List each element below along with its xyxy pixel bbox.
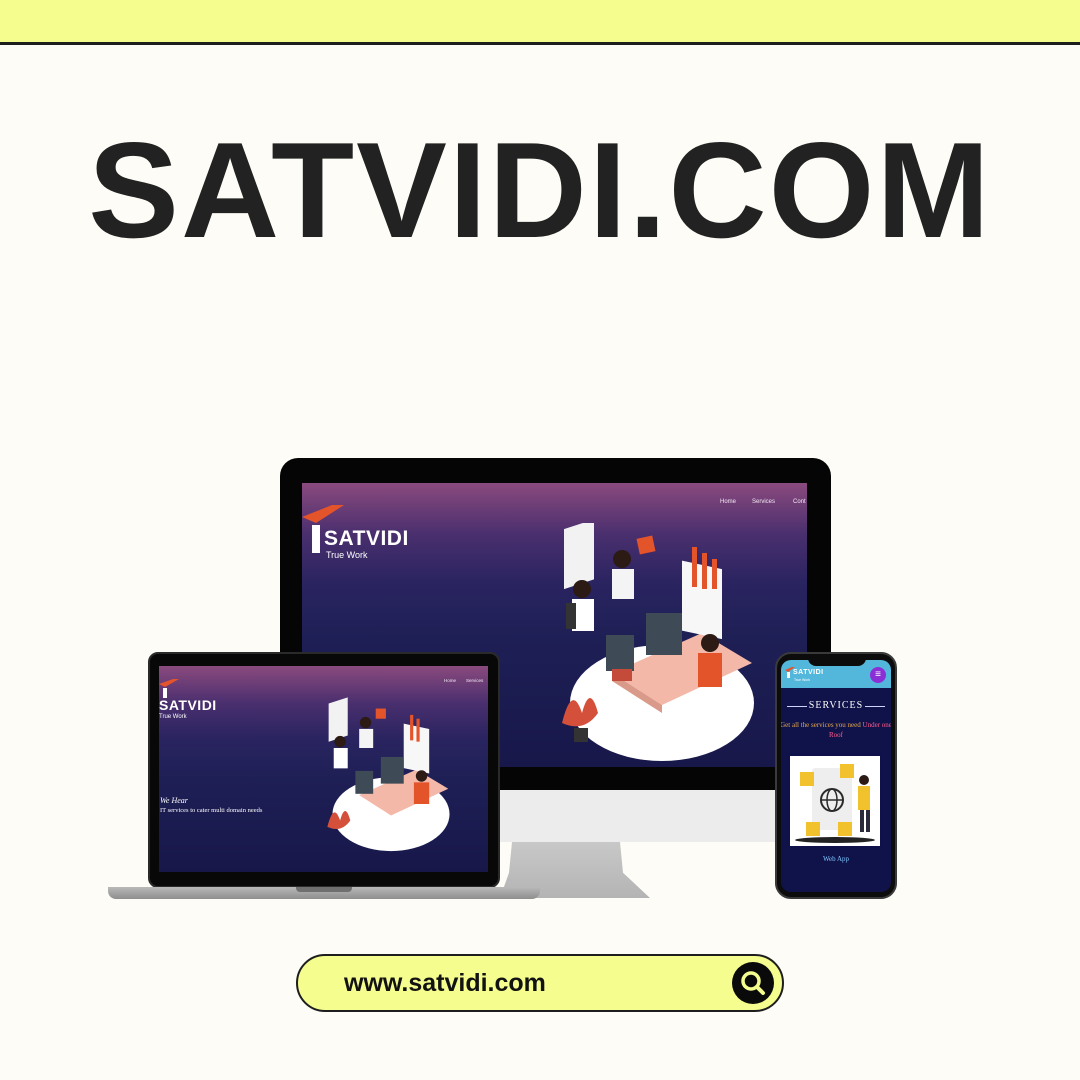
url-search-bar[interactable]: www.satvidi.com xyxy=(296,954,784,1012)
hero-text: IT services to cater multi domain needs xyxy=(160,807,263,814)
hero-heading: We Hear xyxy=(160,796,188,805)
brand-tagline: True Work xyxy=(326,550,368,560)
laptop-screen: Home Services SATVIDI True Work We Hear … xyxy=(159,666,488,872)
top-band xyxy=(0,0,1080,45)
service-card-label: Web App xyxy=(822,855,850,863)
web-app-illustration xyxy=(795,764,875,843)
brand-name: SATVIDI xyxy=(159,697,217,713)
services-subtitle: Get all the services you need Under one … xyxy=(781,720,891,740)
search-icon xyxy=(741,971,765,995)
brand-name: SATVIDI xyxy=(793,669,824,676)
laptop-notch xyxy=(296,887,352,892)
brand-logo-icon xyxy=(159,679,179,698)
brand-tagline: True Work xyxy=(794,678,811,682)
hamburger-icon[interactable]: ≡ xyxy=(870,667,886,683)
subtitle-lead: Get all the services you need xyxy=(781,721,863,729)
nav-services-link[interactable]: Services xyxy=(466,678,483,683)
nav-home-link[interactable]: Home xyxy=(720,499,736,505)
phone-screen: SATVIDI True Work ≡ SERVICES Get all the… xyxy=(781,660,891,892)
brand-name: SATVIDI xyxy=(324,527,409,550)
search-button[interactable] xyxy=(732,962,774,1004)
section-rule-right xyxy=(865,706,885,707)
url-text: www.satvidi.com xyxy=(344,969,546,997)
nav-home-link[interactable]: Home xyxy=(444,678,456,683)
office-illustration xyxy=(327,697,450,852)
office-illustration xyxy=(562,523,754,761)
nav-services-link[interactable]: Services xyxy=(752,499,775,505)
service-card[interactable] xyxy=(787,753,883,849)
phone-notch xyxy=(808,656,866,666)
page-title: SATVIDI.COM xyxy=(88,114,992,266)
nav-contact-link[interactable]: Cont xyxy=(793,499,806,505)
brand-tagline: True Work xyxy=(159,714,187,720)
